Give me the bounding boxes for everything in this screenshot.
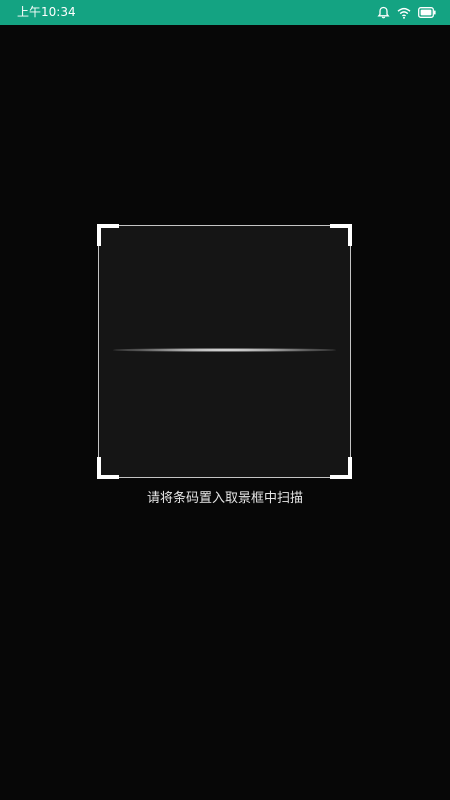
- viewfinder-corner-top-right: [330, 224, 352, 246]
- viewfinder-corner-bottom-right: [330, 457, 352, 479]
- status-icons: [377, 5, 436, 20]
- status-bar: 上午10:34: [0, 0, 450, 25]
- wifi-icon: [397, 7, 411, 19]
- viewfinder-corner-top-left: [97, 224, 119, 246]
- scan-viewfinder: [97, 224, 352, 479]
- bell-icon: [377, 6, 390, 19]
- scan-hint-text: 请将条码置入取景框中扫描: [146, 491, 303, 506]
- viewfinder-corner-bottom-left: [97, 457, 119, 479]
- scan-line: [113, 348, 336, 352]
- barcode-scanner-screen: 上午10:34 请将条码置入取景框中扫描: [0, 0, 450, 800]
- status-time: 上午10:34: [17, 5, 76, 19]
- battery-icon: [418, 7, 436, 18]
